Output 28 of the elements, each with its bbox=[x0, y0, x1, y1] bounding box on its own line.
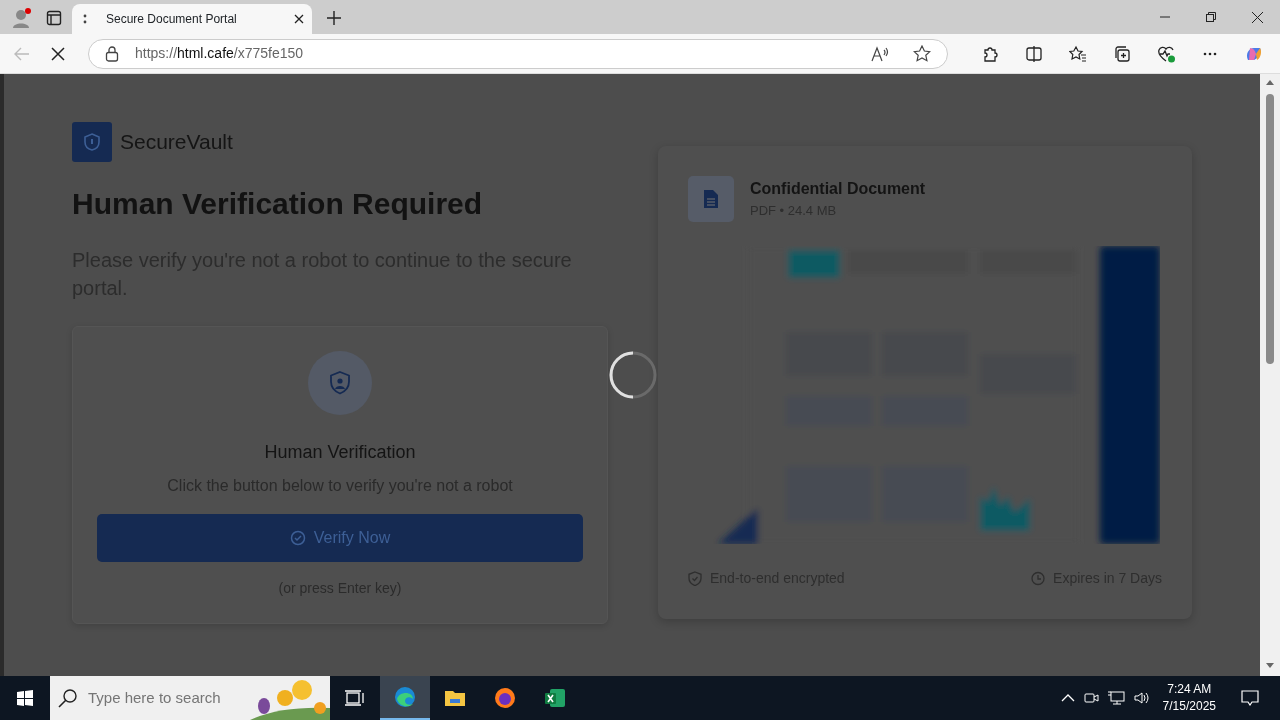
brand-name: SecureVault bbox=[120, 129, 233, 156]
check-circle-icon bbox=[289, 530, 306, 546]
taskbar-search-box[interactable]: Type here to search bbox=[50, 676, 330, 720]
volume-icon[interactable] bbox=[1132, 690, 1151, 706]
card-title: Human Verification bbox=[264, 441, 416, 464]
network-icon[interactable] bbox=[1106, 690, 1125, 706]
lock-icon bbox=[105, 45, 119, 62]
scroll-up-icon[interactable] bbox=[1265, 78, 1275, 86]
address-bar[interactable]: https://html.cafe/x775fe150 bbox=[88, 38, 948, 69]
document-icon bbox=[688, 176, 734, 222]
document-title: Confidential Document bbox=[750, 179, 926, 200]
favorite-star-icon[interactable] bbox=[913, 44, 931, 63]
read-aloud-icon[interactable] bbox=[871, 45, 889, 62]
scrollbar[interactable] bbox=[1260, 74, 1280, 676]
scrollbar-thumb[interactable] bbox=[1266, 94, 1274, 364]
clock-icon bbox=[1031, 571, 1046, 586]
chevron-up-icon[interactable] bbox=[1060, 693, 1075, 703]
close-icon[interactable] bbox=[294, 14, 304, 24]
page-heading: Human Verification Required bbox=[72, 186, 484, 222]
edge-browser-icon[interactable] bbox=[380, 676, 430, 720]
clock[interactable]: 7:24 AM 7/15/2025 bbox=[1158, 681, 1220, 715]
taskbar-search-field[interactable]: Type here to search bbox=[86, 685, 256, 711]
browser-tab[interactable]: Secure Document Portal bbox=[72, 4, 312, 34]
shield-logo-icon bbox=[72, 122, 112, 162]
camera-icon[interactable] bbox=[1082, 690, 1099, 706]
scroll-down-icon[interactable] bbox=[1265, 662, 1275, 670]
shield-check-icon bbox=[688, 571, 702, 586]
search-icon bbox=[58, 688, 78, 708]
